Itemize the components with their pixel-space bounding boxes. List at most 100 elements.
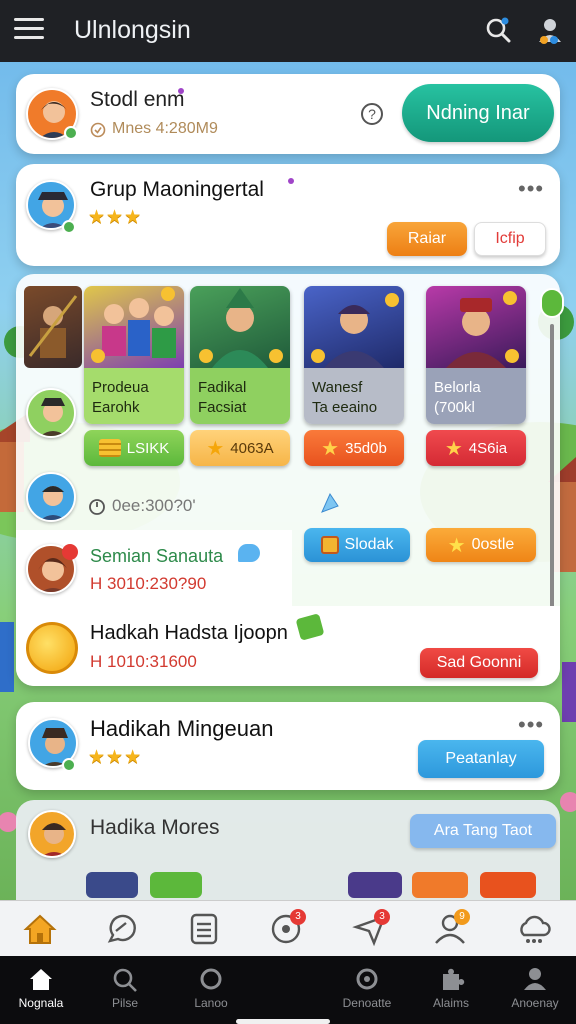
tile-subtitle: Facsiat bbox=[198, 399, 247, 416]
gold-coin-icon bbox=[26, 622, 78, 674]
game-art bbox=[84, 286, 184, 368]
weekly-title: Hadikah Mingeuan bbox=[90, 716, 274, 741]
sys-nav-label: Lanoo bbox=[194, 996, 228, 1010]
puzzle-icon bbox=[443, 968, 465, 990]
slodak-button[interactable]: Slodak bbox=[304, 528, 410, 562]
bottom-navigation: 3 3 9 bbox=[0, 900, 576, 956]
tile-title: Prodeua bbox=[92, 379, 149, 396]
list-icon[interactable] bbox=[186, 911, 222, 947]
ostle-label: 0ostle bbox=[471, 536, 515, 553]
more-options-icon[interactable]: ••• bbox=[518, 712, 544, 738]
profile-card: Stodl enm Mnes 4:280M9 ? Ndning Inar bbox=[16, 74, 560, 154]
app-title: Ulnlongsin bbox=[74, 16, 191, 44]
sys-nav-home[interactable]: Nognala bbox=[0, 966, 86, 1010]
target-icon bbox=[356, 968, 378, 990]
price-label: LSIKK bbox=[126, 439, 170, 457]
profile-name: Stodl enm bbox=[90, 88, 185, 111]
svg-text:?: ? bbox=[368, 106, 376, 122]
hamburger-menu-icon[interactable] bbox=[14, 18, 44, 42]
sys-nav-alerts[interactable]: Alaims bbox=[406, 966, 496, 1010]
ostle-button[interactable]: ★ 0ostle bbox=[426, 528, 536, 562]
star-icon: ★ bbox=[321, 437, 340, 460]
mini-thumbnail[interactable] bbox=[412, 872, 468, 898]
session-title: Semian Sanauta bbox=[90, 546, 224, 566]
player-avatar[interactable] bbox=[26, 388, 76, 438]
sys-nav-circle[interactable]: Lanoo bbox=[166, 966, 256, 1010]
tile-subtitle: Ta eeaino bbox=[312, 399, 378, 416]
game-tile[interactable]: Wanesf Ta eeaino bbox=[304, 286, 404, 424]
profile-subtitle: Mnes 4:280M9 bbox=[112, 120, 218, 137]
home-indicator[interactable] bbox=[236, 1019, 330, 1024]
price-button[interactable]: ★ 35d0b bbox=[304, 430, 404, 466]
price-label: 4063A bbox=[230, 439, 274, 457]
more-options-icon[interactable]: ••• bbox=[518, 176, 544, 202]
sys-nav-label: Nognala bbox=[18, 996, 64, 1010]
weekly-rating-stars: ★★★ bbox=[88, 747, 143, 768]
online-status-dot bbox=[62, 220, 76, 234]
game-art bbox=[304, 286, 404, 368]
session-row[interactable]: Semian Sanauta H 3010:230?90 bbox=[16, 530, 292, 606]
price-button[interactable]: LSIKK bbox=[84, 430, 184, 466]
info-icon[interactable]: ? bbox=[360, 102, 384, 126]
group-secondary-button[interactable]: Icfip bbox=[474, 222, 546, 256]
magnifier-icon bbox=[113, 968, 137, 992]
system-navigation-bar: Nognala Pilse Lanoo Denoatte Alaims Anoe… bbox=[0, 956, 576, 1024]
primary-action-button[interactable]: Ndning Inar bbox=[402, 84, 554, 142]
player-avatar[interactable] bbox=[26, 472, 76, 522]
account-icon[interactable] bbox=[536, 16, 564, 46]
clock-icon bbox=[89, 499, 105, 515]
star-icon: ★ bbox=[444, 437, 463, 460]
claim-button[interactable]: Sad Goonni bbox=[420, 648, 538, 678]
notification-badge: 3 bbox=[290, 909, 306, 925]
sys-nav-label: Pilse bbox=[111, 996, 138, 1010]
weekly-action-button[interactable]: Peatanlay bbox=[418, 740, 544, 778]
mini-thumbnail[interactable] bbox=[348, 872, 402, 898]
sys-nav-search[interactable]: Pilse bbox=[80, 966, 170, 1010]
send-nav[interactable]: 3 bbox=[352, 909, 390, 947]
mini-thumbnail[interactable] bbox=[150, 872, 202, 898]
profile-nav[interactable]: 9 bbox=[432, 909, 470, 947]
game-tile[interactable]: Prodeua Earohk bbox=[84, 286, 184, 424]
notification-badge bbox=[62, 544, 78, 560]
game-thumbnail[interactable] bbox=[24, 286, 82, 368]
side-reward-badge[interactable] bbox=[540, 288, 564, 318]
cursor-pointer-icon bbox=[321, 492, 339, 513]
game-tile[interactable]: Belorla (700kl bbox=[426, 286, 526, 424]
game-tile[interactable]: Fadikal Facsiat bbox=[190, 286, 290, 424]
sys-nav-account[interactable]: Anoenay bbox=[490, 966, 576, 1010]
price-label: 35d0b bbox=[345, 439, 387, 457]
group-card: Grup Maoningertal ★★★ ••• Raiar Icfip bbox=[16, 164, 560, 266]
settings-cloud-icon[interactable] bbox=[516, 911, 552, 947]
home-icon[interactable] bbox=[22, 911, 58, 947]
sys-nav-label: Denoatte bbox=[342, 996, 392, 1010]
tile-label: Prodeua Earohk bbox=[84, 368, 184, 424]
tile-title: Belorla bbox=[434, 379, 481, 396]
tile-title: Fadikal bbox=[198, 379, 247, 396]
sys-nav-discover[interactable]: Denoatte bbox=[322, 966, 412, 1010]
slodak-label: Slodak bbox=[344, 536, 394, 553]
online-status-dot bbox=[64, 126, 78, 140]
heart-icon bbox=[238, 544, 260, 562]
coin-row-title: Hadkah Hadsta Ijoopn bbox=[90, 622, 288, 644]
search-icon[interactable] bbox=[484, 16, 512, 44]
tile-subtitle: Earohk bbox=[92, 399, 140, 416]
chat-icon[interactable] bbox=[104, 911, 140, 947]
mini-thumbnail[interactable] bbox=[480, 872, 536, 898]
price-button[interactable]: ★ 4063A bbox=[190, 430, 290, 466]
coin-row-time: H 1010:31600 bbox=[90, 652, 197, 671]
coin-row[interactable]: Hadkah Hadsta Ijoopn H 1010:31600 Sad Go… bbox=[16, 606, 560, 686]
messages-nav[interactable]: 3 bbox=[268, 909, 306, 947]
group-primary-button[interactable]: Raiar bbox=[387, 222, 467, 256]
more-action-button[interactable]: Ara Tang Taot bbox=[410, 814, 556, 848]
house-icon bbox=[30, 969, 52, 990]
notification-dot bbox=[288, 178, 294, 184]
scrollbar[interactable] bbox=[550, 324, 554, 642]
notification-dot bbox=[178, 88, 184, 94]
mini-thumbnail[interactable] bbox=[86, 872, 138, 898]
more-avatar[interactable] bbox=[28, 810, 76, 858]
top-app-bar: Ulnlongsin bbox=[0, 0, 576, 62]
sys-nav-label: Alaims bbox=[432, 996, 469, 1010]
star-icon: ★ bbox=[447, 534, 466, 557]
online-status-dot bbox=[62, 758, 76, 772]
price-button[interactable]: ★ 4S6ia bbox=[426, 430, 526, 466]
